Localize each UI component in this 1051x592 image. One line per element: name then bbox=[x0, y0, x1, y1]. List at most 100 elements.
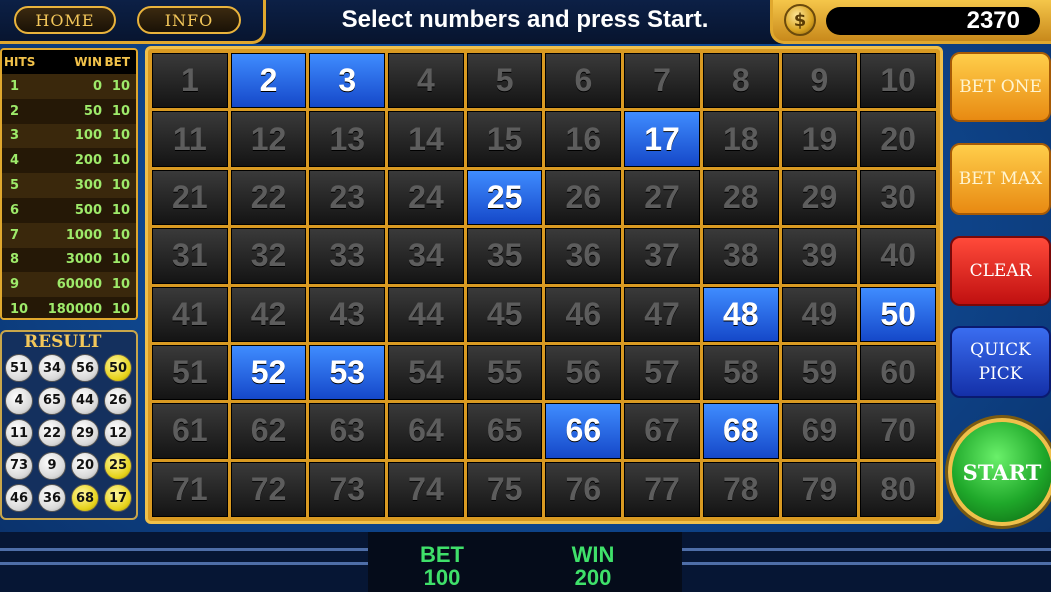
start-button[interactable]: START bbox=[948, 418, 1051, 526]
paytable-win-cell: 500 bbox=[74, 202, 102, 218]
number-cell-45[interactable]: 45 bbox=[466, 286, 543, 342]
number-cell-10[interactable]: 10 bbox=[860, 53, 936, 109]
number-cell-9[interactable]: 9 bbox=[781, 53, 858, 109]
number-cell-41[interactable]: 41 bbox=[152, 286, 228, 342]
number-cell-36[interactable]: 36 bbox=[545, 228, 622, 284]
result-ball: 22 bbox=[38, 419, 66, 447]
number-cell-18[interactable]: 18 bbox=[702, 111, 779, 167]
number-cell-65[interactable]: 65 bbox=[466, 403, 543, 459]
number-cell-60[interactable]: 60 bbox=[860, 344, 936, 401]
number-cell-44[interactable]: 44 bbox=[388, 286, 464, 342]
number-cell-51[interactable]: 51 bbox=[152, 344, 228, 401]
number-cell-54[interactable]: 54 bbox=[388, 344, 464, 401]
number-cell-22[interactable]: 22 bbox=[230, 169, 307, 226]
number-cell-75[interactable]: 75 bbox=[466, 461, 543, 517]
number-cell-47[interactable]: 47 bbox=[624, 286, 700, 342]
number-cell-13[interactable]: 13 bbox=[309, 111, 386, 167]
home-button[interactable]: HOME bbox=[14, 6, 116, 34]
number-cell-14[interactable]: 14 bbox=[388, 111, 464, 167]
number-cell-52[interactable]: 52 bbox=[230, 344, 307, 401]
number-cell-33[interactable]: 33 bbox=[309, 228, 386, 284]
paytable-bet-cell: 10 bbox=[111, 252, 130, 268]
number-cell-12[interactable]: 12 bbox=[230, 111, 307, 167]
number-cell-67[interactable]: 67 bbox=[624, 403, 700, 459]
number-cell-40[interactable]: 40 bbox=[860, 228, 936, 284]
number-cell-55[interactable]: 55 bbox=[466, 344, 543, 401]
number-cell-42[interactable]: 42 bbox=[230, 286, 307, 342]
number-cell-76[interactable]: 76 bbox=[545, 461, 622, 517]
number-cell-39[interactable]: 39 bbox=[781, 228, 858, 284]
number-cell-17[interactable]: 17 bbox=[624, 111, 700, 167]
number-cell-2[interactable]: 2 bbox=[230, 53, 307, 109]
number-cell-3[interactable]: 3 bbox=[309, 53, 386, 109]
number-cell-62[interactable]: 62 bbox=[230, 403, 307, 459]
number-cell-16[interactable]: 16 bbox=[545, 111, 622, 167]
number-cell-68[interactable]: 68 bbox=[702, 403, 779, 459]
number-cell-71[interactable]: 71 bbox=[152, 461, 228, 517]
number-cell-23[interactable]: 23 bbox=[309, 169, 386, 226]
number-cell-21[interactable]: 21 bbox=[152, 169, 228, 226]
quick-pick-button[interactable]: QUICK PICK bbox=[950, 326, 1051, 398]
result-ball: 4 bbox=[5, 386, 33, 415]
number-cell-38[interactable]: 38 bbox=[702, 228, 779, 284]
number-cell-63[interactable]: 63 bbox=[309, 403, 386, 459]
bet-max-button[interactable]: BET MAX bbox=[950, 143, 1051, 215]
number-cell-56[interactable]: 56 bbox=[545, 344, 622, 401]
result-ball: 25 bbox=[104, 451, 132, 480]
number-cell-59[interactable]: 59 bbox=[781, 344, 858, 401]
number-cell-80[interactable]: 80 bbox=[860, 461, 936, 517]
number-cell-20[interactable]: 20 bbox=[860, 111, 936, 167]
number-cell-49[interactable]: 49 bbox=[781, 286, 858, 342]
number-cell-27[interactable]: 27 bbox=[624, 169, 700, 226]
paytable-hits-cell: 9 bbox=[10, 277, 20, 293]
paytable-row: 2 50 10 bbox=[2, 98, 136, 124]
number-cell-8[interactable]: 8 bbox=[702, 53, 779, 109]
number-cell-61[interactable]: 61 bbox=[152, 403, 228, 459]
number-cell-37[interactable]: 37 bbox=[624, 228, 700, 284]
number-cell-6[interactable]: 6 bbox=[545, 53, 622, 109]
paytable-win-cell: 3000 bbox=[65, 252, 102, 268]
number-cell-69[interactable]: 69 bbox=[781, 403, 858, 459]
clear-button[interactable]: CLEAR bbox=[950, 236, 1051, 306]
number-cell-58[interactable]: 58 bbox=[702, 344, 779, 401]
number-cell-64[interactable]: 64 bbox=[388, 403, 464, 459]
info-button[interactable]: INFO bbox=[137, 6, 241, 34]
number-cell-15[interactable]: 15 bbox=[466, 111, 543, 167]
number-cell-29[interactable]: 29 bbox=[781, 169, 858, 226]
paytable-row: 3 100 10 bbox=[2, 123, 136, 149]
number-cell-53[interactable]: 53 bbox=[309, 344, 386, 401]
number-cell-78[interactable]: 78 bbox=[702, 461, 779, 517]
number-cell-25[interactable]: 25 bbox=[466, 169, 543, 226]
number-cell-50[interactable]: 50 bbox=[860, 286, 936, 342]
number-cell-70[interactable]: 70 bbox=[860, 403, 936, 459]
number-cell-48[interactable]: 48 bbox=[702, 286, 779, 342]
paytable-bet-cell: 10 bbox=[111, 153, 130, 169]
paytable-win-cell: 300 bbox=[74, 178, 102, 194]
number-cell-28[interactable]: 28 bbox=[702, 169, 779, 226]
number-cell-1[interactable]: 1 bbox=[152, 53, 228, 109]
number-cell-57[interactable]: 57 bbox=[624, 344, 700, 401]
number-cell-26[interactable]: 26 bbox=[545, 169, 622, 226]
number-cell-73[interactable]: 73 bbox=[309, 461, 386, 517]
number-cell-30[interactable]: 30 bbox=[860, 169, 936, 226]
number-cell-24[interactable]: 24 bbox=[388, 169, 464, 226]
number-cell-11[interactable]: 11 bbox=[152, 111, 228, 167]
number-cell-43[interactable]: 43 bbox=[309, 286, 386, 342]
number-cell-19[interactable]: 19 bbox=[781, 111, 858, 167]
number-cell-72[interactable]: 72 bbox=[230, 461, 307, 517]
number-cell-35[interactable]: 35 bbox=[466, 228, 543, 284]
bet-one-button[interactable]: BET ONE bbox=[950, 52, 1051, 122]
number-cell-77[interactable]: 77 bbox=[624, 461, 700, 517]
number-cell-31[interactable]: 31 bbox=[152, 228, 228, 284]
number-cell-66[interactable]: 66 bbox=[545, 403, 622, 459]
number-cell-32[interactable]: 32 bbox=[230, 228, 307, 284]
result-ball: 56 bbox=[71, 354, 99, 382]
number-cell-79[interactable]: 79 bbox=[781, 461, 858, 517]
number-cell-7[interactable]: 7 bbox=[624, 53, 700, 109]
number-cell-4[interactable]: 4 bbox=[388, 53, 464, 109]
number-cell-74[interactable]: 74 bbox=[388, 461, 464, 517]
result-title: RESULT bbox=[24, 332, 102, 352]
number-cell-46[interactable]: 46 bbox=[545, 286, 622, 342]
number-cell-5[interactable]: 5 bbox=[466, 53, 543, 109]
number-cell-34[interactable]: 34 bbox=[388, 228, 464, 284]
